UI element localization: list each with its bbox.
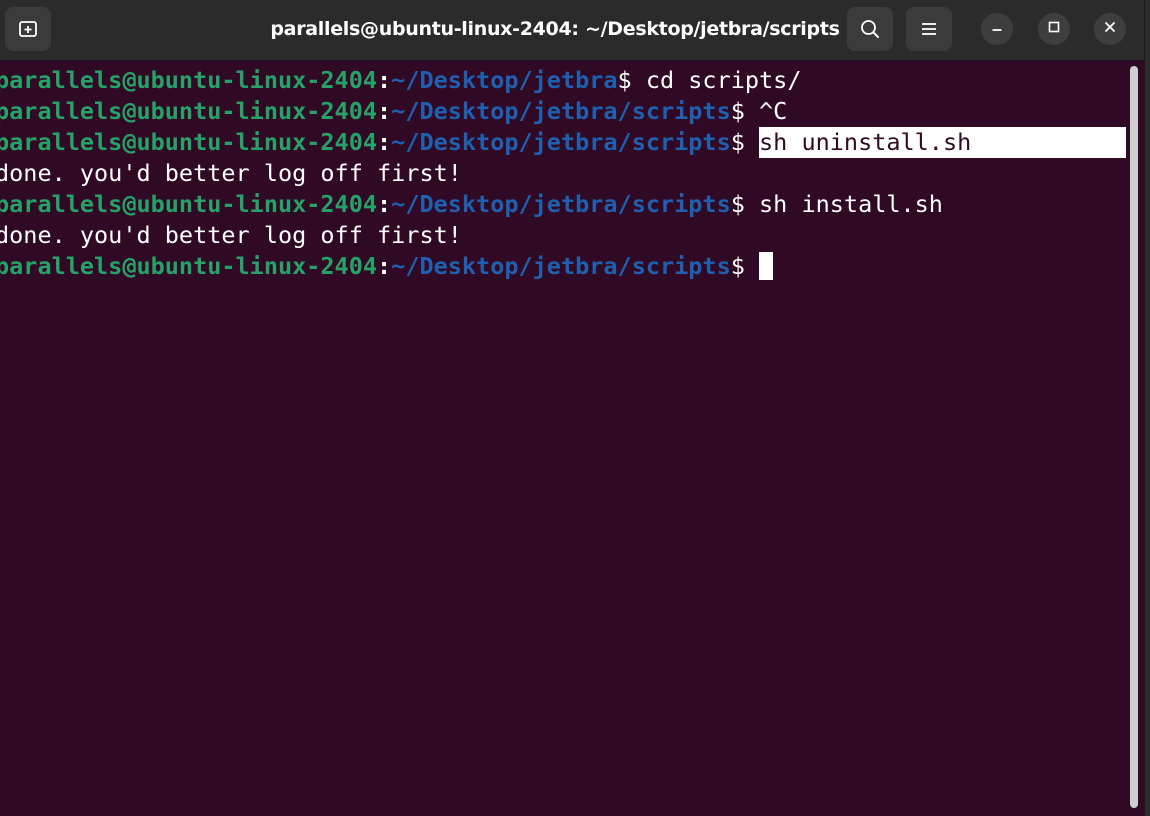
menu-button[interactable] [906,7,952,51]
text-cursor [759,252,774,280]
maximize-icon [1047,20,1061,39]
prompt-user: parallels@ubuntu-linux-2404 [0,190,378,218]
search-icon [859,18,881,40]
prompt-path: ~/Desktop/jetbra [391,66,618,94]
command-text: ^C [759,97,788,125]
header-bar[interactable]: parallels@ubuntu-linux-2404: ~/Desktop/j… [0,0,1144,61]
prompt-path: ~/Desktop/jetbra/scripts [391,252,731,280]
terminal-window: parallels@ubuntu-linux-2404: ~/Desktop/j… [0,0,1145,816]
prompt-path: ~/Desktop/jetbra/scripts [391,190,731,218]
scrollbar-thumb[interactable] [1130,66,1138,808]
prompt-colon: : [377,190,392,218]
new-tab-icon [17,18,39,40]
prompt-colon: : [377,97,392,125]
command-text: sh install.sh [759,190,943,218]
terminal-line: done. you'd better log off first! [0,220,462,251]
close-icon [1103,20,1117,39]
prompt-colon: : [377,66,392,94]
new-tab-button[interactable] [5,7,51,51]
terminal-line: parallels@ubuntu-linux-2404:~/Desktop/je… [0,189,943,220]
prompt-colon: : [377,128,392,156]
prompt-dollar: $ [730,128,760,156]
close-button[interactable] [1094,13,1126,45]
terminal-line: parallels@ubuntu-linux-2404:~/Desktop/je… [0,251,774,282]
search-button[interactable] [847,7,893,51]
hamburger-menu-icon [919,19,939,39]
terminal-line: parallels@ubuntu-linux-2404:~/Desktop/je… [0,65,801,96]
prompt-path: ~/Desktop/jetbra/scripts [391,128,731,156]
selected-command-text[interactable]: sh uninstall.sh [759,127,1127,158]
prompt-dollar: $ [730,252,760,280]
minimize-icon [990,20,1004,39]
terminal-line: parallels@ubuntu-linux-2404:~/Desktop/je… [0,96,787,127]
prompt-user: parallels@ubuntu-linux-2404 [0,97,378,125]
window-title: parallels@ubuntu-linux-2404: ~/Desktop/j… [270,18,840,40]
terminal-output[interactable]: parallels@ubuntu-linux-2404:~/Desktop/je… [0,65,1127,816]
prompt-path: ~/Desktop/jetbra/scripts [391,97,731,125]
prompt-dollar: $ [730,190,760,218]
command-text: cd scripts/ [645,66,802,94]
maximize-button[interactable] [1038,13,1070,45]
prompt-dollar: $ [730,97,760,125]
terminal-line: done. you'd better log off first! [0,158,462,189]
output-text: done. you'd better log off first! [0,159,462,187]
prompt-user: parallels@ubuntu-linux-2404 [0,66,378,94]
output-text: done. you'd better log off first! [0,221,462,249]
prompt-user: parallels@ubuntu-linux-2404 [0,128,378,156]
terminal-line: parallels@ubuntu-linux-2404:~/Desktop/je… [0,127,1127,158]
scrollbar[interactable] [1128,66,1140,808]
prompt-dollar: $ [617,66,646,94]
minimize-button[interactable] [981,13,1013,45]
prompt-user: parallels@ubuntu-linux-2404 [0,252,378,280]
prompt-colon: : [377,252,392,280]
